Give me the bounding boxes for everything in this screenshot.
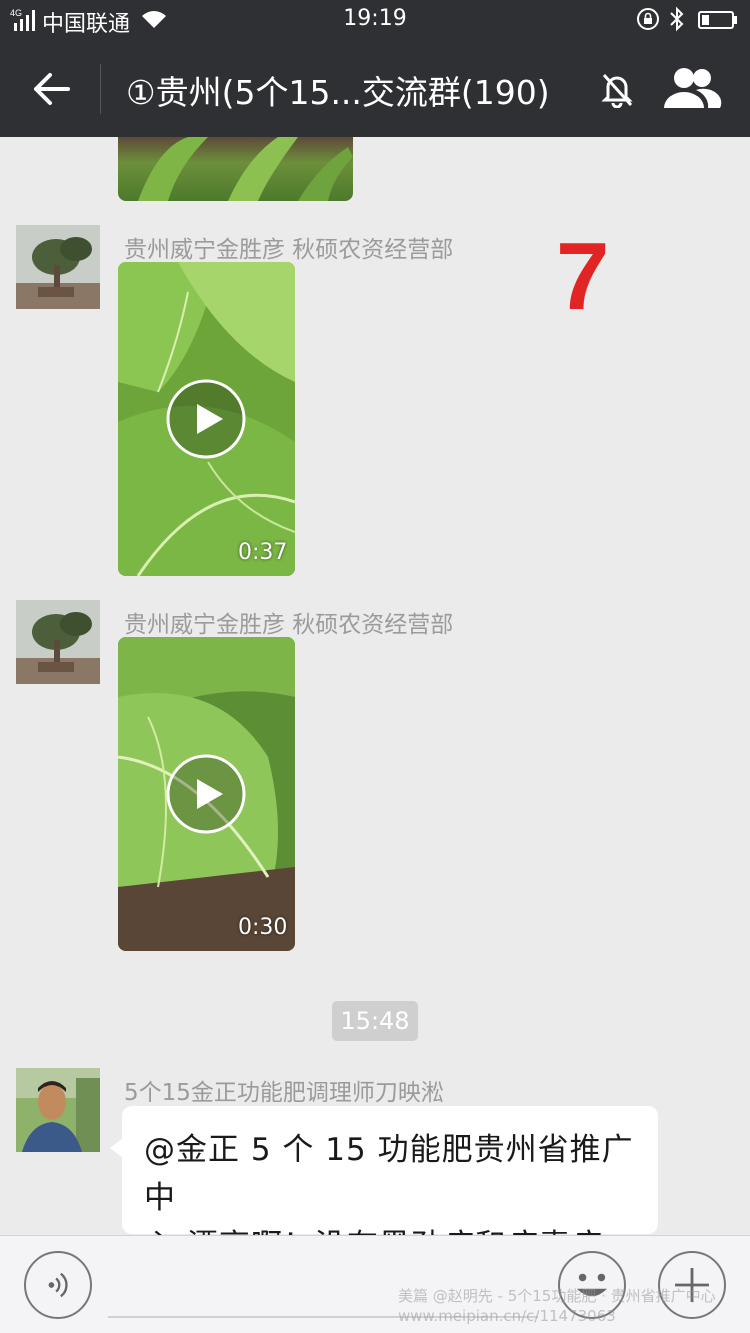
back-arrow-icon[interactable] bbox=[28, 66, 74, 112]
watermark-line: 美篇 @赵明先 - 5个15功能肥 · 贵州省推广中心 bbox=[398, 1287, 716, 1305]
battery-icon bbox=[698, 11, 737, 29]
chat-header: ①贵州(5个15...交流群(190) bbox=[0, 40, 750, 137]
watermark: 美篇 @赵明先 - 5个15功能肥 · 贵州省推广中心 www.meipian.… bbox=[398, 1286, 748, 1330]
sender-name: 贵州威宁金胜彦 秋硕农资经营部 bbox=[124, 612, 454, 638]
video-message[interactable]: 0:30 bbox=[118, 637, 295, 951]
rotation-lock-icon bbox=[637, 8, 659, 30]
sender-name: 5个15金正功能肥调理师刀映淞 bbox=[124, 1080, 444, 1106]
video-message[interactable]: 0:37 bbox=[118, 262, 295, 576]
watermark-line: www.meipian.cn/c/11473063 bbox=[398, 1307, 616, 1325]
sender-avatar[interactable] bbox=[16, 600, 100, 684]
voice-icon[interactable] bbox=[24, 1251, 92, 1319]
header-divider bbox=[100, 64, 101, 114]
partial-image-message[interactable] bbox=[118, 137, 353, 201]
sender-avatar[interactable] bbox=[16, 225, 100, 309]
annotation-number: 7 bbox=[556, 223, 610, 330]
group-members-icon[interactable] bbox=[662, 64, 722, 112]
message-text-line: @金正 5 个 15 功能肥贵州省推广中 bbox=[144, 1132, 634, 1216]
sender-name: 贵州威宁金胜彦 秋硕农资经营部 bbox=[124, 237, 454, 263]
mute-bell-icon bbox=[601, 73, 633, 108]
chat-title: ①贵州(5个15...交流群(190) bbox=[126, 73, 550, 112]
video-duration: 0:30 bbox=[238, 915, 288, 940]
sender-avatar[interactable] bbox=[16, 1068, 100, 1152]
play-icon[interactable] bbox=[165, 753, 247, 835]
play-icon[interactable] bbox=[165, 378, 247, 460]
bluetooth-icon bbox=[670, 6, 684, 32]
status-bar: 4G 中国联通 19:19 bbox=[0, 0, 750, 40]
time-separator: 15:48 bbox=[332, 1001, 418, 1041]
text-message-bubble[interactable]: @金正 5 个 15 功能肥贵州省推广中 心 漂亮啊！没有黑劲病和病毒病 bbox=[122, 1106, 658, 1264]
video-duration: 0:37 bbox=[238, 540, 288, 565]
